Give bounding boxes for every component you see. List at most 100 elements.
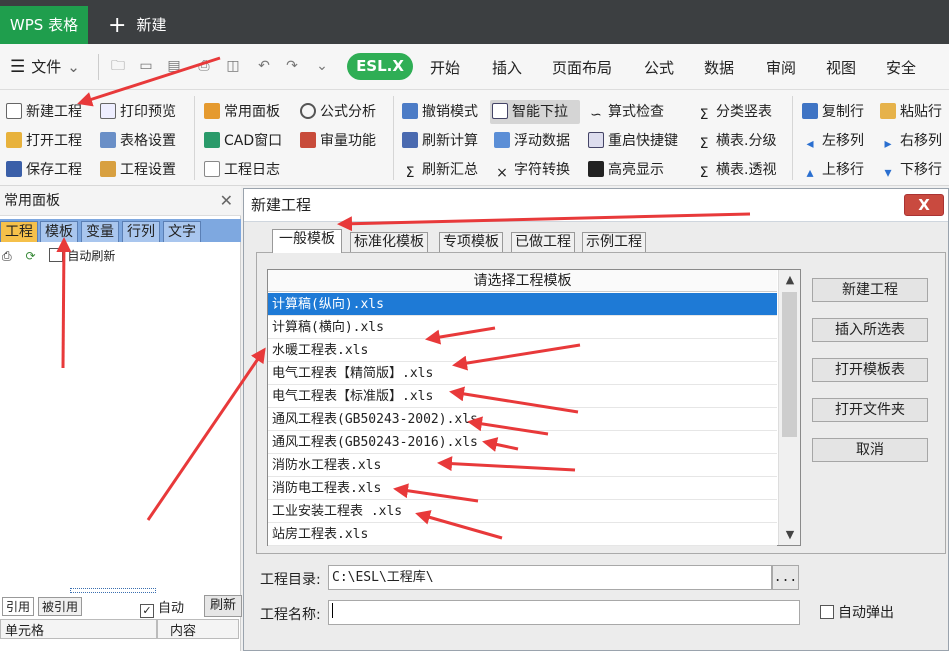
undo-mode-button[interactable]: 撤销模式 (400, 100, 478, 124)
refresh-summary-button[interactable]: Σ 刷新汇总 (400, 158, 478, 182)
auto-checkbox[interactable]: ✓ (140, 604, 154, 618)
tab-page-layout[interactable]: 页面布局 (552, 57, 612, 78)
dialog-close-button[interactable]: X (904, 194, 944, 216)
undo-icon[interactable]: ↶ (256, 58, 272, 74)
refresh-icon[interactable]: ⟳ (25, 249, 35, 263)
template-list[interactable]: 请选择工程模板 计算稿(纵向).xls 计算稿(横向).xls 水暖工程表.xls 电… (267, 269, 801, 546)
open-template-button[interactable]: 打开模板表 (812, 358, 928, 382)
splitter[interactable] (70, 588, 156, 593)
char-convert-button[interactable]: × 字符转换 (492, 158, 570, 182)
app-tab[interactable]: WPS 表格 (0, 6, 88, 44)
tab-view[interactable]: 视图 (826, 57, 856, 78)
new-tab-button[interactable]: + 新建 (108, 6, 166, 44)
floating-data-label: 浮动数据 (514, 133, 570, 149)
auto-popup-row[interactable]: 自动弹出 (820, 602, 894, 622)
refresh-button[interactable]: 刷新 (204, 595, 242, 617)
paste-row-button[interactable]: 粘贴行 (878, 100, 942, 124)
category-vertical-button[interactable]: Σ 分类竖表 (694, 100, 772, 124)
scroll-up-icon[interactable]: ▲ (779, 270, 801, 290)
smart-dropdown-button[interactable]: 智能下拉 (490, 100, 580, 124)
table-settings-button[interactable]: 表格设置 (98, 129, 176, 153)
tab-template[interactable]: 模板 (40, 221, 78, 242)
move-col-right-button[interactable]: ▸ 右移列 (878, 129, 942, 153)
scroll-down-icon[interactable]: ▼ (779, 525, 801, 545)
tab-reference[interactable]: 引用 (2, 597, 35, 616)
export-icon[interactable]: ▤ (166, 58, 182, 74)
tab-security[interactable]: 安全 (886, 57, 916, 78)
template-list-item[interactable]: 计算稿(横向).xls (268, 316, 777, 339)
print-preview-label: 打印预览 (120, 104, 176, 120)
tab-rowcol[interactable]: 行列 (122, 221, 160, 242)
file-menu[interactable]: ☰ 文件 ⌄ (10, 56, 80, 77)
move-col-left-button[interactable]: ◂ 左移列 (800, 129, 864, 153)
tab-variable[interactable]: 变量 (81, 221, 119, 242)
scrollbar[interactable]: ▲ ▼ (778, 270, 800, 545)
tab-review[interactable]: 审阅 (766, 57, 796, 78)
refresh-calc-button[interactable]: 刷新计算 (400, 129, 478, 153)
tab-start[interactable]: 开始 (430, 57, 460, 78)
tab-general-templates[interactable]: 一般模板 (272, 229, 342, 253)
redo-icon[interactable]: ↷ (284, 58, 300, 74)
project-settings-button[interactable]: 工程设置 (98, 158, 176, 182)
scroll-thumb[interactable] (782, 292, 797, 437)
insert-selected-button[interactable]: 插入所选表 (812, 318, 928, 342)
tab-data[interactable]: 数据 (704, 57, 734, 78)
tab-special-templates[interactable]: 专项模板 (439, 232, 503, 252)
tab-insert[interactable]: 插入 (492, 57, 522, 78)
print-preview-icon[interactable]: ◫ (225, 58, 241, 74)
move-row-down-button[interactable]: ▾ 下移行 (878, 158, 942, 182)
template-list-item[interactable]: 计算稿(纵向).xls (268, 293, 777, 316)
template-list-item[interactable]: 工业安装工程表 .xls (268, 500, 777, 523)
project-name-input[interactable] (328, 600, 800, 625)
restart-hotkey-button[interactable]: 重启快捷键 (586, 129, 678, 153)
template-list-item[interactable]: 水暖工程表.xls (268, 339, 777, 362)
browse-button[interactable]: ... (772, 565, 799, 590)
reference-area: 引用 被引用 ✓ 自动 刷新 单元格 内容 (0, 588, 242, 651)
move-row-up-button[interactable]: ▴ 上移行 (800, 158, 864, 182)
project-dir-field[interactable]: C:\ESL\工程库\ (328, 565, 772, 590)
esl-tab[interactable]: ESL.X (347, 53, 413, 80)
new-project-button[interactable]: 新建工程 (4, 100, 82, 124)
project-log-button[interactable]: 工程日志 (202, 158, 280, 182)
open-project-button[interactable]: 打开工程 (4, 129, 82, 153)
tab-referenced-by[interactable]: 被引用 (38, 597, 83, 616)
auto-checkbox-row[interactable]: ✓ 自动 (140, 597, 184, 618)
open-folder-button[interactable]: 打开文件夹 (812, 398, 928, 422)
tab-formula[interactable]: 公式 (644, 57, 674, 78)
save-icon[interactable]: ▭ (138, 58, 154, 74)
template-list-item[interactable]: 电气工程表【精简版】.xls (268, 362, 777, 385)
customize-dropdown-icon[interactable]: ⌄ (314, 58, 330, 74)
table-settings-icon (100, 132, 116, 148)
tab-completed-projects[interactable]: 已做工程 (511, 232, 575, 252)
tab-project[interactable]: 工程 (0, 221, 38, 242)
print-icon[interactable]: ⎙ (196, 58, 212, 74)
formula-check-button[interactable]: ∽ 算式检查 (586, 100, 664, 124)
template-list-item[interactable]: 通风工程表(GB50243-2002).xls (268, 408, 777, 431)
auto-popup-checkbox[interactable] (820, 605, 834, 619)
template-list-item[interactable]: 通风工程表(GB50243-2016).xls (268, 431, 777, 454)
copy-row-button[interactable]: 复制行 (800, 100, 864, 124)
close-icon[interactable]: ✕ (220, 186, 233, 216)
highlight-button[interactable]: 高亮显示 (586, 158, 664, 182)
common-panel-button[interactable]: 常用面板 (202, 100, 280, 124)
floating-data-button[interactable]: 浮动数据 (492, 129, 570, 153)
template-list-item[interactable]: 消防水工程表.xls (268, 454, 777, 477)
audit-function-button[interactable]: 审量功能 (298, 129, 376, 153)
horizontal-grade-button[interactable]: Σ 横表.分级 (694, 129, 777, 153)
tab-text[interactable]: 文字 (163, 221, 201, 242)
formula-analysis-button[interactable]: 公式分析 (298, 100, 376, 124)
template-list-item[interactable]: 消防电工程表.xls (268, 477, 777, 500)
open-folder-icon[interactable]: 🗀 (110, 58, 126, 74)
tab-standard-templates[interactable]: 标准化模板 (350, 232, 428, 252)
tab-sample-projects[interactable]: 示例工程 (582, 232, 646, 252)
print-icon[interactable]: ⎙ (2, 249, 12, 263)
template-list-item[interactable]: 站房工程表.xls (268, 523, 777, 546)
auto-refresh-checkbox[interactable] (49, 248, 64, 262)
horizontal-pivot-button[interactable]: Σ 横表.透视 (694, 158, 777, 182)
template-list-item[interactable]: 电气工程表【标准版】.xls (268, 385, 777, 408)
cancel-button[interactable]: 取消 (812, 438, 928, 462)
cad-window-button[interactable]: CAD窗口 (202, 129, 282, 153)
new-project-button[interactable]: 新建工程 (812, 278, 928, 302)
print-preview-button[interactable]: 打印预览 (98, 100, 176, 124)
save-project-button[interactable]: 保存工程 (4, 158, 82, 182)
